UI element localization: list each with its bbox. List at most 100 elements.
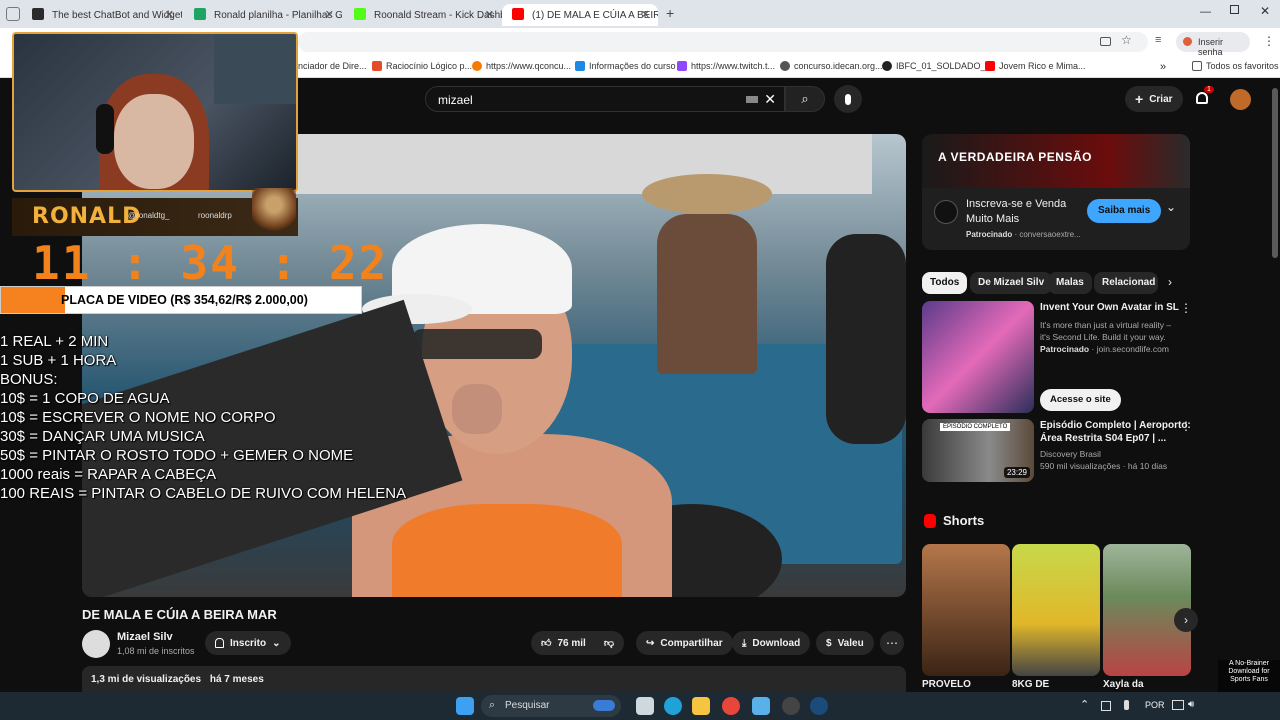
bookmark-item[interactable]: Informações do curso	[575, 61, 676, 71]
dislike-icon[interactable]: 👎︎	[604, 637, 614, 649]
notifications-button[interactable]: 1	[1194, 86, 1214, 108]
share-button[interactable]: ↪ Compartilhar	[636, 631, 733, 655]
minimize-icon[interactable]: —	[1200, 6, 1211, 18]
task-view-icon[interactable]	[636, 697, 654, 715]
media-icon[interactable]: ≡	[1155, 34, 1161, 46]
close-tab-icon[interactable]: ✕	[485, 8, 494, 21]
tray-chevron-icon[interactable]: ⌃	[1080, 698, 1089, 711]
steam-icon[interactable]	[810, 697, 828, 715]
new-tab-icon[interactable]: +	[666, 5, 674, 21]
tab-label: (1) DE MALA E CÚIA A BEIR	[532, 9, 658, 21]
thanks-button[interactable]: $ Valeu	[816, 631, 874, 655]
channel-name[interactable]: Mizael Silv	[117, 631, 173, 643]
bookmark-item[interactable]: Raciocínio Lógico p...	[372, 61, 472, 71]
tab-search-icon[interactable]	[6, 7, 20, 21]
more-actions-button[interactable]: ⋯	[880, 631, 904, 655]
chip-bags[interactable]: Malas	[1048, 272, 1092, 294]
volume-icon[interactable]: 🔊︎	[1188, 699, 1194, 710]
keyboard-icon[interactable]	[746, 96, 758, 103]
short-title[interactable]: Xayla da	[1103, 679, 1144, 690]
notepad-icon[interactable]	[752, 697, 770, 715]
rec-thumbnail[interactable]	[922, 301, 1034, 413]
search-input[interactable]: mizael ✕	[425, 86, 785, 112]
short-title[interactable]: PROVELO	[922, 679, 971, 690]
download-icon: ⤓	[742, 637, 747, 649]
rec-title[interactable]: Invent Your Own Avatar in SL	[1040, 301, 1179, 314]
short-thumbnail[interactable]	[1012, 544, 1100, 676]
chevron-down-icon[interactable]: ⌄	[1166, 200, 1176, 214]
tab-youtube[interactable]: (1) DE MALA E CÚIA A BEIR ✕	[502, 4, 658, 26]
tab-kick[interactable]: Roonald Stream - Kick Dashbo ✕	[344, 4, 502, 26]
network-icon[interactable]	[1172, 700, 1184, 710]
tab-chatbot[interactable]: The best ChatBot and Widgets ✕	[22, 4, 182, 26]
more-vert-icon[interactable]: ⋮	[1180, 419, 1192, 433]
chip-channel[interactable]: De Mizael Silv	[970, 272, 1053, 294]
url-field[interactable]	[298, 32, 1148, 52]
rec-title[interactable]: Área Restrita S04 Ep07 | ...	[1040, 432, 1166, 445]
close-tab-icon[interactable]: ✕	[165, 8, 174, 21]
ad-banner[interactable]: A VERDADEIRA PENSÃO	[922, 134, 1190, 188]
install-icon[interactable]	[1100, 37, 1111, 46]
file-explorer-icon[interactable]	[692, 697, 710, 715]
edge-icon[interactable]	[664, 697, 682, 715]
menu-icon[interactable]: ⋮	[1263, 34, 1275, 48]
rec-cta-button[interactable]: Acesse o site	[1040, 389, 1121, 411]
channel-avatar[interactable]	[82, 630, 110, 658]
sponsored-label: Patrocinado	[1040, 344, 1090, 354]
rec-title[interactable]: Episódio Completo | Aeroporto:	[1040, 419, 1191, 432]
windows-start-icon[interactable]	[456, 697, 474, 715]
search-button[interactable]: ⌕	[785, 86, 825, 112]
voice-search-button[interactable]	[834, 85, 862, 113]
chip-all[interactable]: Todos	[922, 272, 968, 294]
social-handle: @ronaldtg_	[128, 211, 170, 220]
folder-icon	[1192, 61, 1202, 71]
ad-card[interactable]: Inscreva-se e Venda Muito Mais Patrocina…	[922, 188, 1190, 250]
tab-planilha[interactable]: Ronald planilha - Planilhas Goo ✕	[184, 4, 342, 26]
bookmark-item[interactable]: concurso.idecan.org...	[780, 61, 883, 71]
maximize-icon[interactable]	[1230, 5, 1239, 14]
scrollbar[interactable]	[1272, 88, 1278, 258]
chevron-right-icon[interactable]: ›	[1168, 275, 1172, 289]
more-vert-icon[interactable]: ⋮	[1180, 301, 1192, 315]
rec-thumbnail[interactable]: EPISÓDIO COMPLETO 23:29	[922, 419, 1034, 482]
bookmark-item[interactable]: Jovem Rico e Mima...	[985, 61, 1086, 71]
rule-line: 10$ = ESCREVER O NOME NO CORPO	[0, 409, 276, 426]
close-tab-icon[interactable]: ✕	[641, 8, 650, 21]
like-button[interactable]: 👍︎ 76 mil 👎︎	[531, 631, 624, 655]
streamer-name-bar: RONALD @ronaldtg_ roonaldrp	[12, 188, 298, 236]
taskbar-search[interactable]: ⌕ Pesquisar	[481, 695, 621, 717]
short-thumbnail[interactable]	[922, 544, 1010, 676]
password-button[interactable]: Inserir senha	[1176, 32, 1250, 57]
close-tab-icon[interactable]: ✕	[325, 8, 334, 21]
taskbar-search-label: Pesquisar	[505, 700, 550, 711]
like-count: 76 mil	[557, 637, 586, 649]
shorts-next-button[interactable]: ›	[1174, 608, 1198, 632]
tray-icon[interactable]	[1101, 701, 1111, 711]
more-icon: ⋯	[886, 636, 898, 650]
close-window-icon[interactable]: ✕	[1260, 4, 1270, 18]
orange-bikini	[392, 504, 622, 597]
ad-cta-button[interactable]: Saiba mais	[1087, 199, 1162, 223]
create-button[interactable]: + Criar	[1125, 86, 1183, 112]
subscribed-button[interactable]: Inscrito ⌄	[205, 631, 291, 655]
microphone-icon[interactable]	[1124, 700, 1129, 710]
account-avatar[interactable]	[1230, 89, 1251, 110]
rec-channel[interactable]: Discovery Brasil	[1040, 448, 1101, 460]
clear-search-icon[interactable]: ✕	[764, 91, 776, 108]
all-bookmarks[interactable]: Todos os favoritos	[1192, 61, 1279, 71]
download-button[interactable]: ⤓ Download	[732, 631, 811, 655]
obs-icon[interactable]	[782, 697, 800, 715]
bookmark-item[interactable]: nciador de Dire...	[298, 61, 367, 71]
ad-title-line: Inscreva-se e Venda	[966, 198, 1067, 210]
subscriber-count: 1,08 mi de inscritos	[117, 646, 195, 656]
short-title[interactable]: 8KG DE	[1012, 679, 1049, 690]
language-indicator[interactable]: POR	[1145, 700, 1165, 710]
star-icon[interactable]: ☆	[1121, 33, 1132, 47]
more-bookmarks-icon[interactable]: »	[1160, 61, 1166, 73]
kick-favicon-icon	[354, 8, 366, 20]
bookmark-item[interactable]: https://www.twitch.t...	[677, 61, 775, 71]
chip-related[interactable]: Relacionad	[1094, 272, 1158, 294]
bookmark-item[interactable]: IBFC_01_SOLDADO_...	[882, 61, 993, 71]
bookmark-item[interactable]: https://www.qconcu...	[472, 61, 571, 71]
chrome-icon[interactable]	[722, 697, 740, 715]
